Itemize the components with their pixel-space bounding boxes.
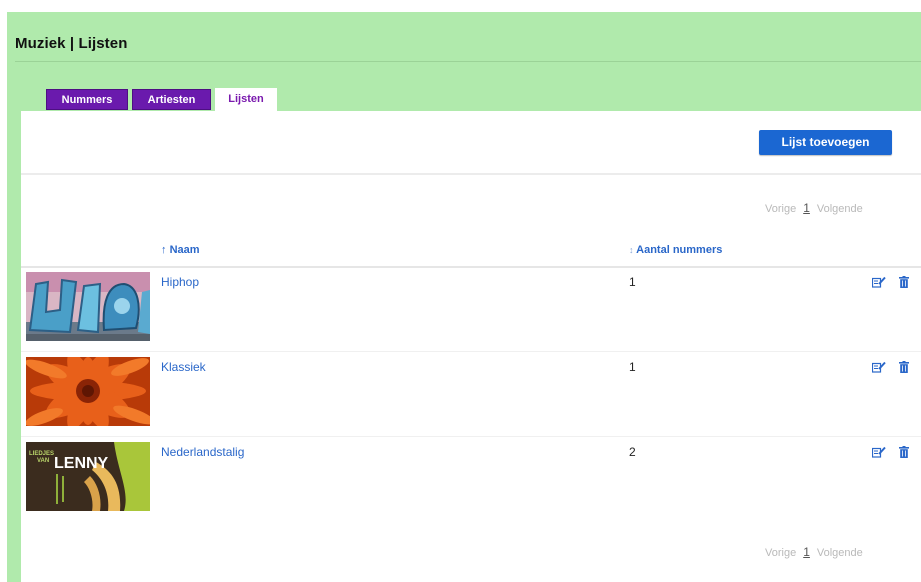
track-count: 1 xyxy=(629,275,636,289)
column-header-aantal-nummers[interactable]: ↕ Aantal nummers xyxy=(629,244,722,256)
add-list-button[interactable]: Lijst toevoegen xyxy=(759,130,892,155)
pagination-top: Vorige 1 Volgende xyxy=(765,201,863,215)
cover-text-van: VAN xyxy=(37,458,49,464)
edit-icon[interactable] xyxy=(872,446,886,458)
content-panel xyxy=(21,111,921,582)
page: Muziek | Lijsten Nummers Artiesten Lijst… xyxy=(0,0,921,582)
graffiti-image[interactable] xyxy=(26,272,150,341)
list-name-link[interactable]: Klassiek xyxy=(161,360,206,374)
cover-text-lenny: LENNY xyxy=(54,455,109,472)
track-count: 2 xyxy=(629,445,636,459)
tab-nummers[interactable]: Nummers xyxy=(46,89,128,110)
page-title: Muziek | Lijsten xyxy=(15,35,128,52)
pagination-bottom: Vorige 1 Volgende xyxy=(765,545,863,559)
row-divider xyxy=(21,351,921,352)
tab-lijsten[interactable]: Lijsten xyxy=(215,88,277,111)
title-divider xyxy=(15,61,921,62)
trash-icon[interactable] xyxy=(899,446,909,458)
list-name-link[interactable]: Hiphop xyxy=(161,275,199,289)
tab-artiesten[interactable]: Artiesten xyxy=(132,89,211,110)
header-divider xyxy=(21,266,921,268)
pager-next[interactable]: Volgende xyxy=(817,547,863,559)
edit-icon[interactable] xyxy=(872,361,886,373)
trash-icon[interactable] xyxy=(899,276,909,288)
column-header-label: Naam xyxy=(169,244,200,256)
list-name-link[interactable]: Nederlandstalig xyxy=(161,445,244,459)
track-count: 1 xyxy=(629,360,636,374)
trash-icon[interactable] xyxy=(899,361,909,373)
pager-previous[interactable]: Vorige xyxy=(765,547,796,559)
pager-current-page[interactable]: 1 xyxy=(803,545,810,559)
pager-next[interactable]: Volgende xyxy=(817,203,863,215)
sort-ascending-icon: ↑ xyxy=(161,244,167,256)
sort-icon: ↕ xyxy=(629,245,634,255)
pager-previous[interactable]: Vorige xyxy=(765,203,796,215)
row-divider xyxy=(21,436,921,437)
orange-flower-image[interactable] xyxy=(26,357,150,426)
toolbar-divider xyxy=(21,173,921,175)
cover-text-liedjes: LIEDJES xyxy=(29,451,54,457)
column-header-label: Aantal nummers xyxy=(636,244,723,256)
lenny-album-cover-image[interactable]: LIEDJES VAN LENNY xyxy=(26,442,150,511)
edit-icon[interactable] xyxy=(872,276,886,288)
pager-current-page[interactable]: 1 xyxy=(803,201,810,215)
column-header-naam[interactable]: ↑ Naam xyxy=(161,244,200,256)
